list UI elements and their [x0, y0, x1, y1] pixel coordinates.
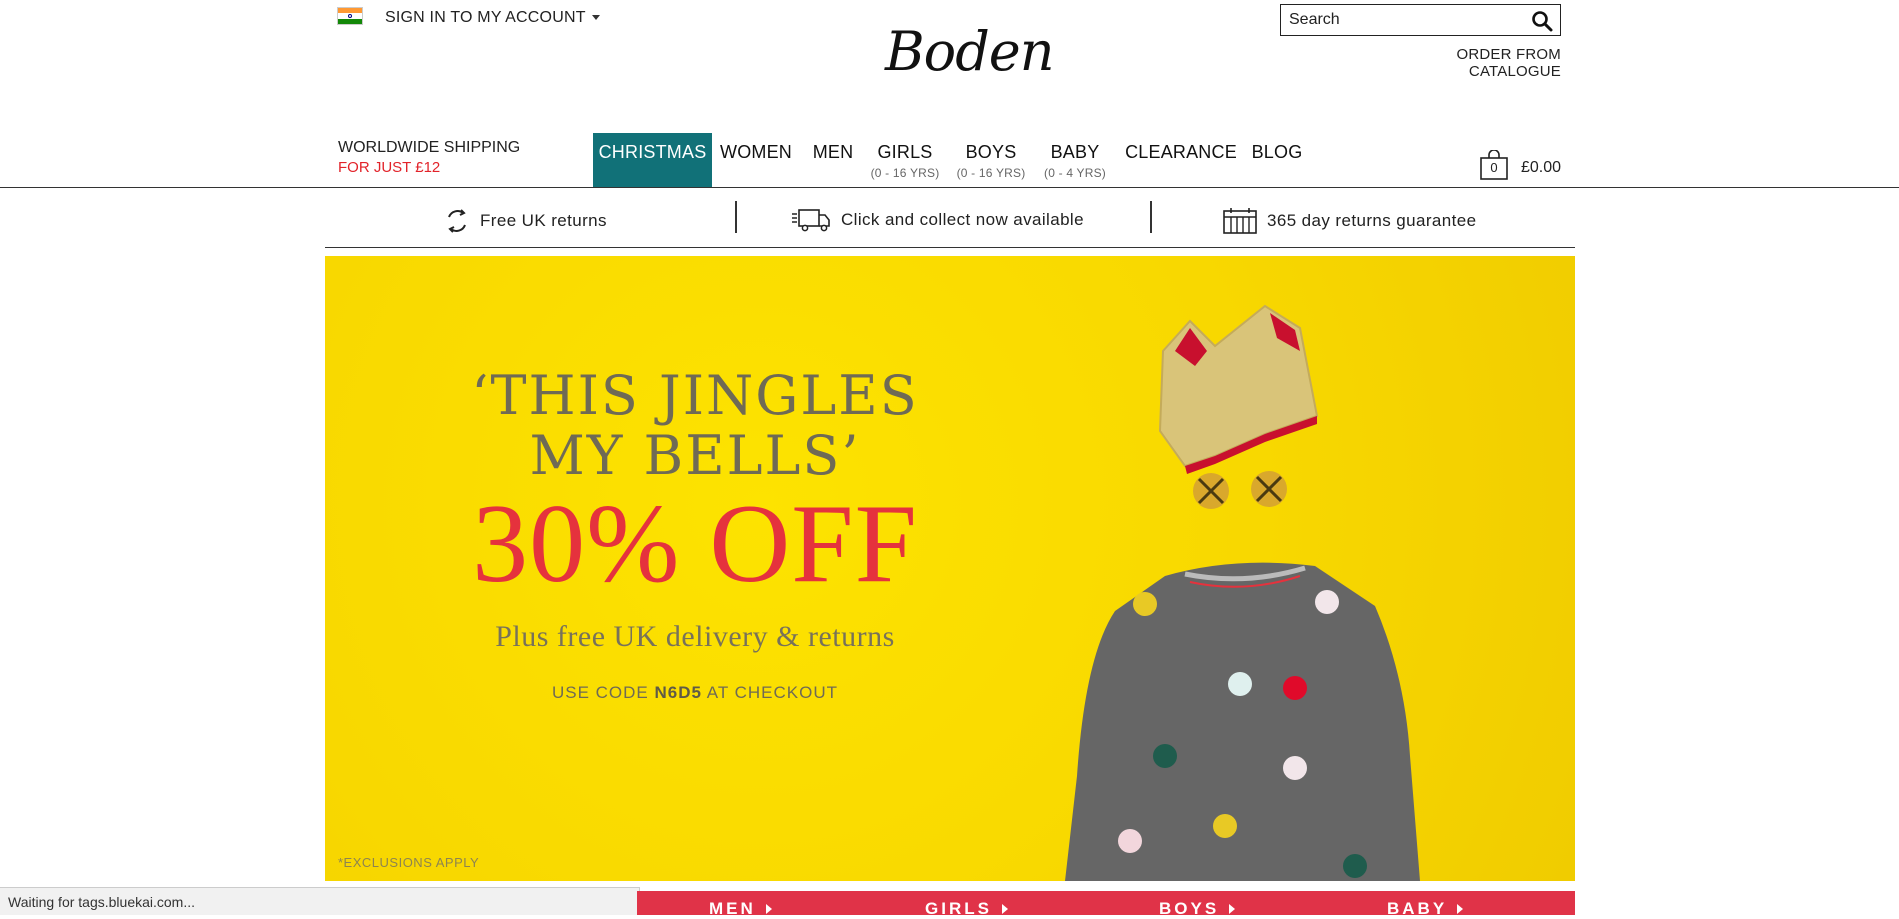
hero-product-image [1065, 304, 1420, 881]
usp-365-returns[interactable]: 365 day returns guarantee [1223, 208, 1476, 234]
nav-label: BOYS [965, 142, 1017, 162]
usp-free-returns[interactable]: Free UK returns [444, 208, 607, 234]
crown-illustration [1158, 304, 1319, 474]
category-men-link[interactable]: MEN [709, 899, 772, 919]
basket-icon[interactable]: 0 [1480, 149, 1508, 180]
delivery-van-icon [792, 209, 830, 232]
shipping-line-1: WORLDWIDE SHIPPING [338, 139, 521, 156]
nav-men[interactable]: MEN [808, 133, 858, 187]
nav-women[interactable]: WOMEN [718, 133, 794, 187]
nav-label: WOMEN [720, 142, 792, 162]
usp-bar: Free UK returns Click and collect now av… [325, 188, 1575, 248]
hero-headline-line-1: ‘THIS JINGLES [471, 364, 919, 427]
exclusions-note: *EXCLUSIONS APPLY [338, 855, 480, 870]
category-label: GIRLS [925, 899, 992, 918]
nav-girls[interactable]: GIRLS (0 - 16 YRS) [866, 133, 944, 187]
nav-label: MEN [812, 142, 854, 162]
nav-age-range: (0 - 4 YRS) [1044, 166, 1106, 180]
sweater-illustration [1065, 562, 1420, 881]
code-suffix: AT CHECKOUT [706, 683, 839, 702]
search-box [1280, 4, 1561, 36]
caret-down-icon [591, 15, 600, 21]
category-boys-link[interactable]: BOYS [1159, 899, 1236, 919]
arrow-right-icon [765, 904, 772, 914]
india-flag-icon[interactable] [337, 7, 363, 25]
calendar-icon [1223, 208, 1257, 234]
category-label: BABY [1387, 899, 1448, 918]
category-baby-link[interactable]: BABY [1387, 899, 1464, 919]
browser-status-bar: Waiting for tags.bluekai.com... [0, 887, 640, 915]
basket-total[interactable]: £0.00 [1521, 159, 1561, 177]
sign-in-label: SIGN IN TO MY ACCOUNT [385, 9, 586, 26]
hero-banner[interactable]: ‘THIS JINGLES MY BELLS’ 30% OFF Plus fre… [325, 256, 1575, 881]
usp-click-collect[interactable]: Click and collect now available [791, 208, 1084, 232]
usp-divider [1150, 201, 1152, 233]
nav-label: GIRLS [877, 142, 933, 162]
hero-subheading: Plus free UK delivery & returns [495, 620, 895, 653]
shipping-line-2: FOR JUST £12 [338, 159, 441, 176]
basket-count: 0 [1490, 160, 1498, 175]
sign-in-dropdown[interactable]: SIGN IN TO MY ACCOUNT [385, 9, 600, 27]
nav-christmas[interactable]: CHRISTMAS [593, 133, 712, 187]
nav-baby[interactable]: BABY (0 - 4 YRS) [1038, 133, 1112, 187]
usp-text: Click and collect now available [841, 210, 1084, 229]
category-strip: MEN GIRLS BOYS BABY [637, 891, 1575, 918]
hero-offer: 30% OFF [472, 482, 918, 606]
boden-logo[interactable]: Boden [885, 20, 1054, 90]
usp-divider [735, 201, 737, 233]
search-icon[interactable] [1530, 9, 1554, 33]
hero-headline-line-2: MY BELLS’ [529, 424, 861, 487]
nav-clearance[interactable]: CLEARANCE [1124, 133, 1238, 187]
logo-text: Boden [885, 20, 1054, 83]
order-catalogue-link[interactable]: ORDER FROM CATALOGUE [1363, 46, 1561, 80]
promo-code: N6D5 [654, 683, 702, 702]
nav-age-range: (0 - 16 YRS) [870, 166, 940, 180]
category-girls-link[interactable]: GIRLS [925, 899, 1008, 919]
nav-label: BABY [1050, 142, 1100, 162]
nav-label: CHRISTMAS [598, 142, 707, 162]
nav-blog[interactable]: BLOG [1248, 133, 1306, 187]
nav-label: CLEARANCE [1125, 142, 1237, 162]
category-label: BOYS [1159, 899, 1220, 918]
nav-label: BLOG [1251, 142, 1303, 162]
usp-text: 365 day returns guarantee [1267, 211, 1477, 230]
arrow-right-icon [1457, 904, 1464, 914]
arrow-right-icon [1001, 904, 1008, 914]
category-label: MEN [709, 899, 756, 918]
usp-text: Free UK returns [480, 211, 607, 230]
arrow-right-icon [1229, 904, 1236, 914]
returns-arrows-icon [448, 209, 466, 233]
search-input[interactable] [1281, 5, 1537, 35]
nav-boys[interactable]: BOYS (0 - 16 YRS) [952, 133, 1030, 187]
code-prefix: USE CODE [551, 683, 649, 702]
nav-age-range: (0 - 16 YRS) [956, 166, 1026, 180]
hero-promo-code: USE CODE N6D5 AT CHECKOUT [325, 683, 1065, 703]
